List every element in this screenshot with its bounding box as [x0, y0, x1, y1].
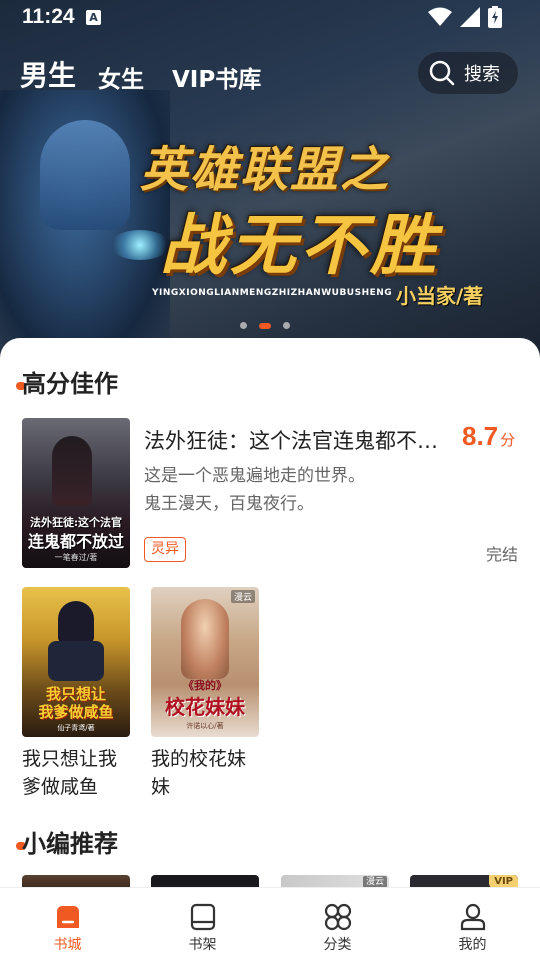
cover-title-line2: 连鬼都不放过: [27, 532, 124, 551]
category-icon: [324, 903, 352, 931]
featured-book-title[interactable]: 法外狂徒：这个法官连鬼都不放过: [144, 425, 444, 455]
banner-title-line1: 英雄联盟之: [140, 142, 391, 198]
book-title[interactable]: 我的校花妹 妹: [151, 745, 261, 801]
book-title[interactable]: 我只想让我 爹做咸鱼: [22, 745, 132, 801]
carousel-indicator: [240, 322, 290, 329]
nav-label: 书架: [188, 937, 217, 953]
nav-label: 分类: [323, 937, 352, 953]
wifi-icon: [428, 7, 452, 26]
book-title-line1: 我的校花妹: [151, 748, 247, 770]
cover-author: 许诺以心/著: [186, 722, 224, 730]
tab-vip-library[interactable]: VIP书库: [172, 60, 261, 94]
cover-figure-body: [48, 641, 104, 681]
section-title-high-score: 高分佳作: [22, 370, 118, 398]
nav-profile[interactable]: 我的: [405, 888, 540, 960]
featured-book-score: 8.7 分: [462, 421, 515, 452]
cover-author: 仙子青鸢/著: [57, 724, 95, 732]
banner-pinyin: YINGXIONGLIANMENGZHIZHANWUBUSHENG: [152, 288, 393, 298]
bookstore-icon: [57, 906, 79, 928]
book-cover[interactable]: 我只想让 我爹做咸鱼 仙子青鸢/著: [22, 587, 130, 737]
nav-category[interactable]: 分类: [270, 888, 405, 960]
notification-a-icon: A: [86, 10, 101, 25]
bookshelf-icon: [190, 903, 216, 931]
nav-label: 书城: [53, 937, 82, 953]
banner-title-line2: 战无不胜: [160, 206, 440, 284]
profile-icon: [460, 903, 486, 931]
status-time: 11:24: [22, 5, 75, 28]
genre-tag[interactable]: 灵异: [144, 537, 186, 562]
book-title-line1: 我只想让我: [22, 748, 118, 770]
cover-figure: [181, 599, 229, 679]
book-title-line2: 爹做咸鱼: [22, 776, 99, 798]
featured-book-cover[interactable]: 法外狂徒:这个法官 连鬼都不放过 一笔春过/著: [22, 418, 130, 568]
featured-book-desc-line1: 这是一个恶鬼遍地走的世界。: [144, 466, 365, 486]
completion-status: 完结: [485, 545, 518, 564]
bottom-navigation: 书城 书架 分类 我的: [0, 887, 540, 960]
cover-author: 一笔春过/著: [54, 553, 98, 562]
carousel-dot-active[interactable]: [259, 322, 271, 329]
nav-label: 我的: [458, 937, 487, 953]
featured-book-desc-line2: 鬼王漫天，百鬼夜行。: [144, 494, 314, 514]
score-unit: 分: [500, 431, 516, 449]
score-value: 8.7: [462, 421, 499, 451]
section-title-recommend: 小编推荐: [22, 830, 118, 858]
carousel-dot[interactable]: [240, 322, 247, 329]
banner-hero-helmet: [40, 120, 130, 230]
book-cover[interactable]: 漫云 《我的》 校花妹妹 许诺以心/著: [151, 587, 259, 737]
tab-female[interactable]: 女生: [98, 60, 144, 94]
search-button[interactable]: 搜索: [418, 52, 518, 94]
cover-title-line2: 校花妹妹: [165, 695, 245, 719]
carousel-dot[interactable]: [283, 322, 290, 329]
cover-figure: [52, 436, 92, 506]
status-bar: 11:24 A: [0, 0, 540, 34]
search-icon: [429, 60, 455, 86]
signal-icon: [460, 7, 480, 27]
publisher-badge: 漫云: [230, 590, 255, 603]
nav-bookshelf[interactable]: 书架: [135, 888, 270, 960]
cover-title-line2: 我爹做咸鱼: [38, 703, 114, 721]
nav-bookstore[interactable]: 书城: [0, 888, 135, 960]
tab-male[interactable]: 男生: [20, 54, 76, 94]
search-label: 搜索: [464, 64, 500, 85]
cover-figure-head: [58, 601, 94, 645]
banner-author: 小当家/著: [396, 284, 484, 308]
battery-icon: [488, 6, 502, 28]
book-title-line2: 妹: [151, 776, 171, 798]
